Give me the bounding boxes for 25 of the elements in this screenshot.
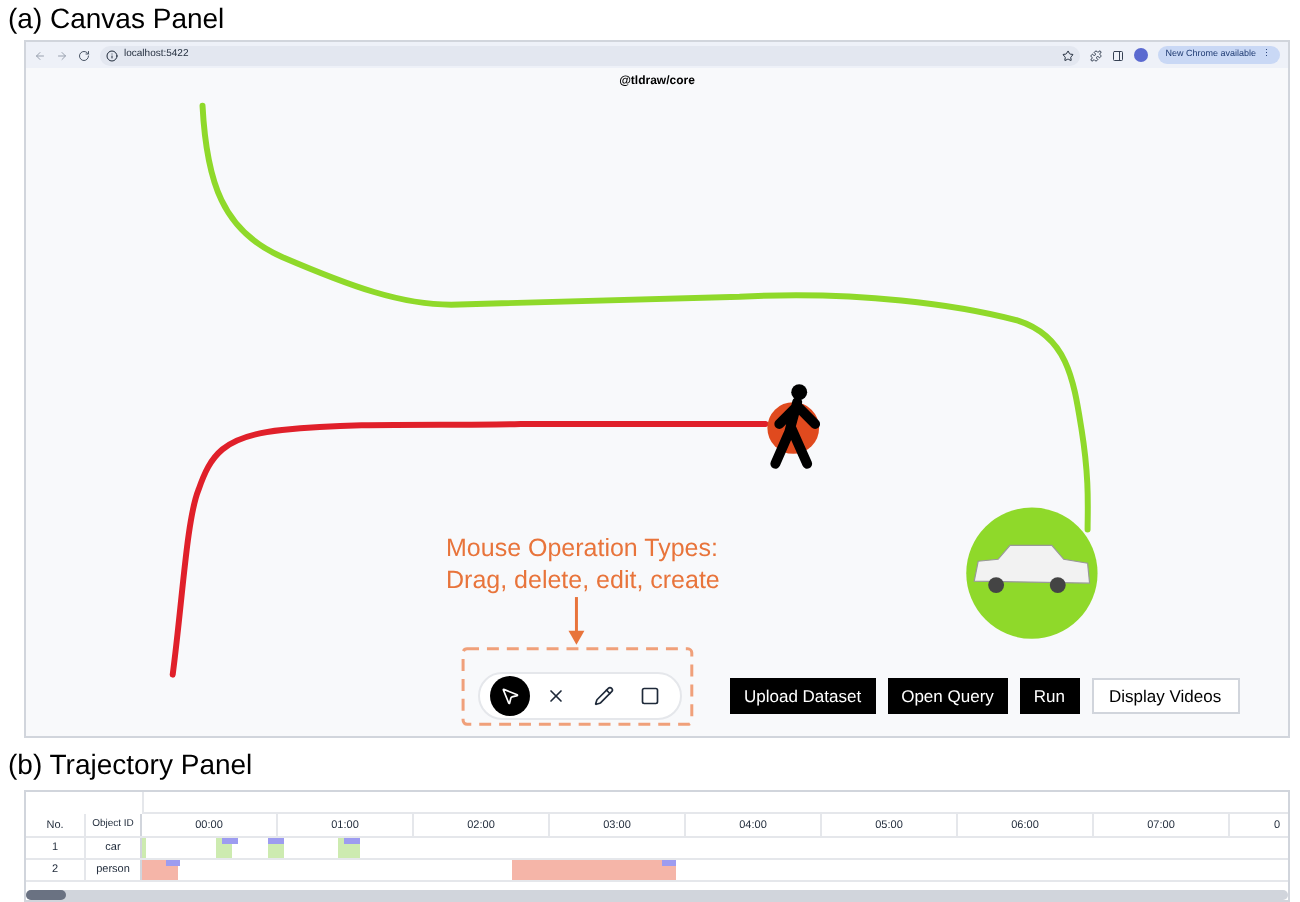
frame-marker [662, 860, 676, 867]
side-panel-icon[interactable] [1111, 49, 1124, 61]
tool-button[interactable] [489, 676, 530, 716]
car-icon [966, 507, 1098, 639]
extensions-icon[interactable] [1089, 49, 1102, 61]
action-button[interactable]: Upload Dataset [730, 678, 876, 714]
action-button[interactable]: Display Videos [1091, 678, 1240, 714]
pointer-icon [499, 686, 520, 706]
square-icon [640, 686, 661, 706]
profile-avatar[interactable] [1133, 48, 1148, 62]
annotation-text: Drag, delete, edit, create [446, 564, 720, 596]
annotation-text: Mouse Operation Types: [446, 532, 720, 564]
pedestrian-icon [767, 384, 821, 469]
pencil-icon [593, 686, 614, 706]
panel-caption: (b) Trajectory Panel [6, 746, 255, 783]
panel-caption: (a) Canvas Panel [6, 0, 227, 36]
frame-marker [222, 838, 238, 845]
frame-marker [268, 838, 284, 845]
down-arrow [568, 597, 585, 645]
frame-marker [166, 860, 180, 867]
reload-icon[interactable] [78, 49, 90, 61]
action-button[interactable]: Open Query [887, 678, 1008, 714]
close-icon [546, 686, 567, 706]
frame-marker [344, 838, 360, 845]
action-button[interactable]: Run [1019, 678, 1079, 714]
